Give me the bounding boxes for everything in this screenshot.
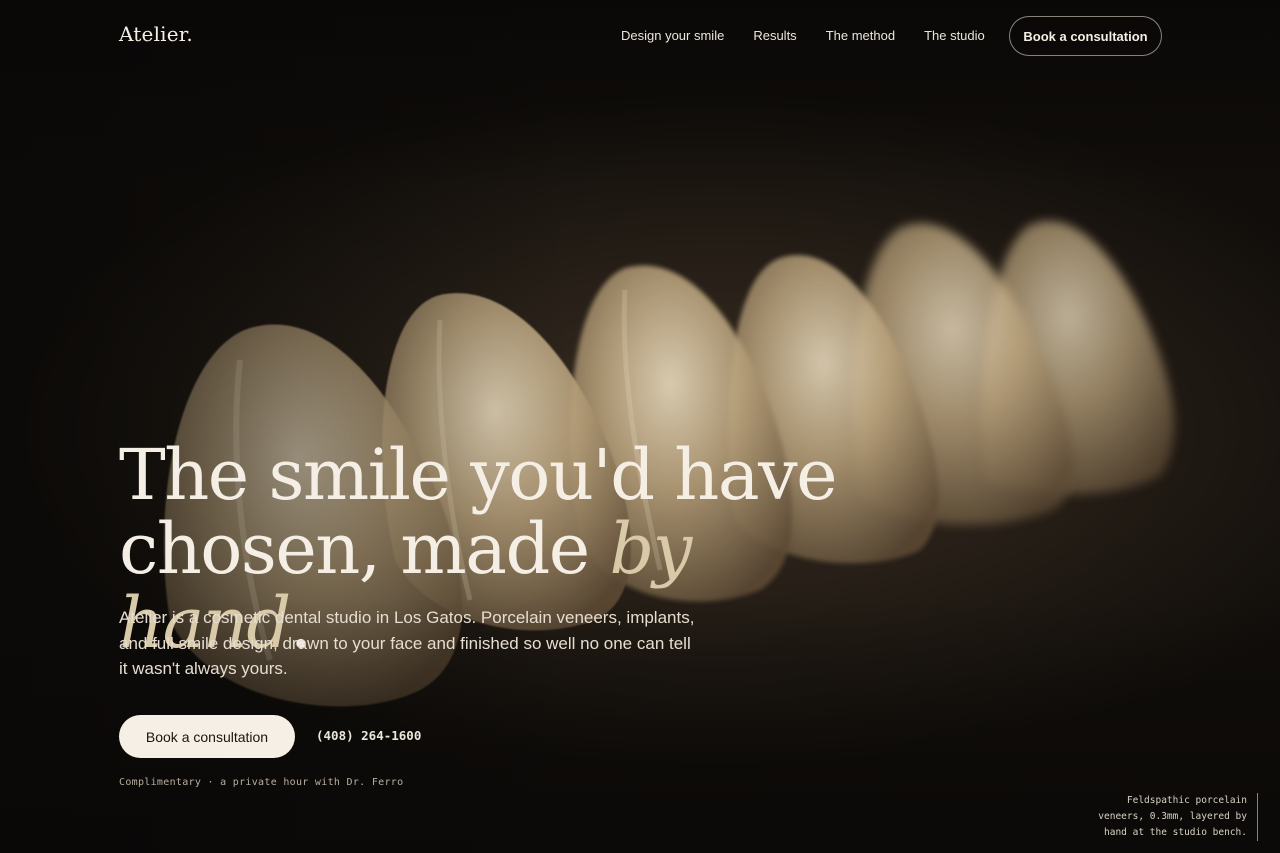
image-caption: Feldspathic porcelain veneers, 0.3mm, la… — [1078, 793, 1258, 841]
headline-line-2: chosen, made — [119, 508, 610, 590]
nav-link-design-your-smile[interactable]: Design your smile — [621, 28, 724, 43]
logo[interactable]: Atelier. — [119, 22, 193, 46]
hero-book-consultation-button[interactable]: Book a consultation — [119, 715, 295, 758]
caption-line-1: Feldspathic porcelain — [1126, 795, 1247, 806]
nav-book-consultation-button[interactable]: Book a consultation — [1009, 16, 1162, 56]
phone-link[interactable]: (408) 264-1600 — [316, 728, 421, 743]
nav-link-results[interactable]: Results — [753, 28, 796, 43]
hero-lede: Atelier is a cosmetic dental studio in L… — [119, 608, 695, 678]
top-nav: Atelier. Design your smile Results The m… — [0, 0, 1280, 72]
consultation-note: Complimentary · a private hour with Dr. … — [119, 777, 404, 788]
nav-link-the-studio[interactable]: The studio — [924, 28, 985, 43]
nav-links: Design your smile Results The method The… — [621, 28, 1014, 43]
headline-line-1: The smile you'd have — [119, 434, 838, 516]
nav-link-the-method[interactable]: The method — [826, 28, 895, 43]
caption-line-3: hand at the studio bench. — [1104, 827, 1247, 838]
caption-line-2: veneers, 0.3mm, layered by — [1098, 811, 1247, 822]
